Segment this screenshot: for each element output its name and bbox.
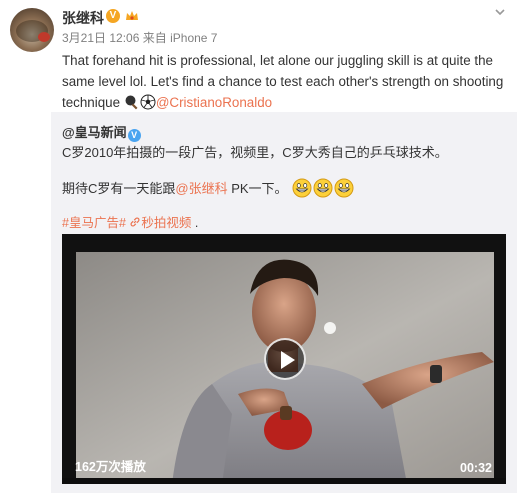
video-duration: 00:32 bbox=[460, 461, 492, 475]
repost-line-2: 期待C罗有一天能跟@张继科 PK一下。 bbox=[62, 178, 502, 198]
soccer-ball-icon bbox=[140, 94, 156, 110]
repost-author-line: @皇马新闻 V bbox=[62, 124, 502, 142]
topic-tag[interactable]: #皇马广告# bbox=[62, 216, 126, 230]
weibo-post: 张继科 V 3月21日 12:06 来自 iPhone 7 That foreh… bbox=[0, 0, 517, 493]
post-source[interactable]: iPhone 7 bbox=[170, 31, 217, 45]
post-meta: 3月21日 12:06 来自 iPhone 7 bbox=[62, 29, 217, 46]
repost-text: @皇马新闻 V C罗2010年拍摄的一段广告，视频里，C罗大秀自己的乒乓球技术。 … bbox=[62, 124, 502, 198]
repost-author[interactable]: @皇马新闻 bbox=[62, 125, 127, 140]
play-button[interactable] bbox=[264, 338, 306, 380]
post-text: That forehand hit is professional, let a… bbox=[62, 50, 508, 113]
verified-badge-icon: V bbox=[106, 9, 120, 23]
repost-card: @皇马新闻 V C罗2010年拍摄的一段广告，视频里，C罗大秀自己的乒乓球技术。 … bbox=[51, 112, 517, 493]
post-date[interactable]: 3月21日 12:06 bbox=[62, 31, 139, 45]
repost-tags: #皇马广告# 秒拍视频 . bbox=[62, 212, 198, 231]
grin-emoji-icon bbox=[292, 178, 312, 198]
repost-line-1: C罗2010年拍摄的一段广告，视频里，C罗大秀自己的乒乓球技术。 bbox=[62, 145, 448, 160]
repost-mention-link[interactable]: @张继科 bbox=[175, 181, 227, 196]
avatar[interactable] bbox=[10, 8, 54, 52]
username[interactable]: 张继科 bbox=[62, 8, 104, 28]
repost-line-2-suffix: PK一下。 bbox=[227, 181, 288, 196]
view-count: 162万次播放 bbox=[75, 460, 146, 474]
video-link[interactable]: 秒拍视频 bbox=[141, 216, 191, 230]
grin-emoji-icon bbox=[313, 178, 333, 198]
video-link-icon bbox=[130, 217, 140, 227]
repost-line-2-prefix: 期待C罗有一天能跟 bbox=[62, 181, 176, 196]
trailing-text: . bbox=[191, 216, 199, 230]
grin-emoji-icon bbox=[334, 178, 354, 198]
vip-crown-icon[interactable] bbox=[124, 8, 140, 24]
mention-link[interactable]: @CristianoRonaldo bbox=[156, 95, 272, 110]
video-player[interactable]: 162万次播放 00:32 bbox=[62, 234, 506, 484]
source-prefix: 来自 bbox=[142, 31, 167, 45]
ping-pong-paddle-icon bbox=[125, 95, 138, 110]
chevron-down-icon[interactable] bbox=[492, 4, 508, 20]
avatar-accent bbox=[38, 32, 50, 42]
verified-blue-badge-icon: V bbox=[127, 129, 141, 142]
